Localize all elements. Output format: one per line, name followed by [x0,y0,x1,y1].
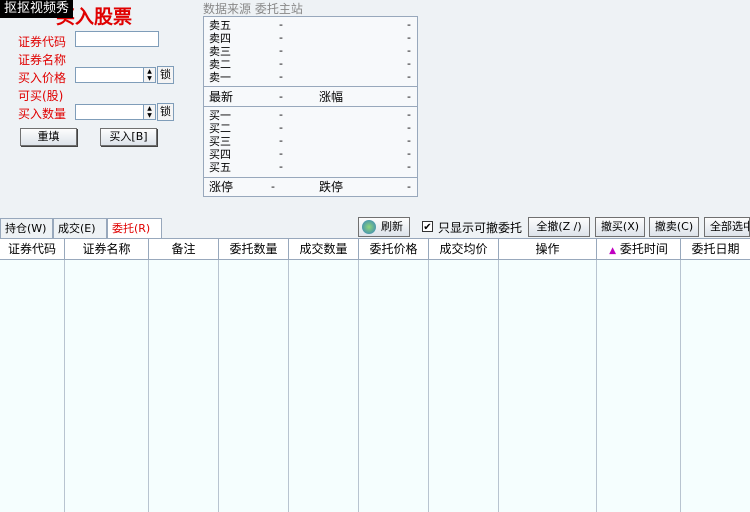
sell-2-price: - [279,57,283,70]
column-header-avg-price[interactable]: 成交均价 [429,239,499,260]
buy-2-volume: - [407,121,411,134]
name-label: 证券名称 [18,53,67,67]
code-label: 证券代码 [18,35,67,49]
refresh-label: 刷新 [381,220,403,233]
up-arrow-icon[interactable]: ▲ [144,68,155,75]
quantity-lock-button[interactable]: 锁 [157,103,174,121]
column-divider [64,260,65,512]
buy-1-label: 买一 [209,109,231,122]
latest-label: 最新 [209,90,234,104]
price-lock-button[interactable]: 锁 [157,66,174,84]
quantity-label: 买入数量 [18,107,67,121]
available-label: 可买(股) [18,89,64,103]
sell-4-price: - [279,31,283,44]
buy-5-label: 买五 [209,161,231,174]
column-divider [148,260,149,512]
column-header-name[interactable]: 证券名称 [65,239,149,260]
sell-3-volume: - [407,44,411,57]
divider [204,86,417,87]
column-divider [596,260,597,512]
cancel-all-button[interactable]: 全撤(Z /) [528,217,590,237]
buy-2-price: - [279,121,283,134]
sort-asc-icon: ▲ [609,246,617,256]
sell-4-label: 卖四 [209,32,231,45]
sell-5-volume: - [407,18,411,31]
column-divider [218,260,219,512]
down-limit-value: - [407,180,411,193]
price-stepper[interactable]: ▲ ▼ [143,67,156,83]
quantity-input[interactable] [75,104,144,120]
buy-4-price: - [279,147,283,160]
column-header-order-date[interactable]: 委托日期 [681,239,750,260]
code-input[interactable] [75,31,159,47]
quantity-stepper[interactable]: ▲ ▼ [143,104,156,120]
sell-5-label: 卖五 [209,19,231,32]
up-arrow-icon[interactable]: ▲ [144,105,155,112]
down-arrow-icon[interactable]: ▼ [144,112,155,119]
sell-1-volume: - [407,70,411,83]
divider [204,106,417,107]
column-divider [288,260,289,512]
only-cancelable-label: 只显示可撤委托 [438,221,523,235]
sell-3-label: 卖三 [209,45,231,58]
down-limit-label: 跌停 [319,180,344,194]
tab-holdings[interactable]: 持仓(W) [0,218,53,238]
column-header-remark[interactable]: 备注 [149,239,219,260]
reset-button[interactable]: 重填 [20,128,77,146]
data-source-label: 数据来源 委托主站 [203,2,303,16]
buy-4-label: 买四 [209,148,231,161]
column-divider [498,260,499,512]
sell-2-label: 卖二 [209,58,231,71]
down-arrow-icon[interactable]: ▼ [144,75,155,82]
sell-4-volume: - [407,31,411,44]
watermark: 抠抠视频秀 [0,0,74,18]
orders-table[interactable]: 证券代码 证券名称 备注 委托数量 成交数量 委托价格 成交均价 操作 ▲ 委托… [0,238,750,512]
sell-2-volume: - [407,57,411,70]
column-header-order-time[interactable]: ▲ 委托时间 [597,239,681,260]
buy-1-volume: - [407,108,411,121]
sell-3-price: - [279,44,283,57]
up-limit-value: - [271,180,275,193]
change-value: - [407,90,411,103]
only-cancelable-checkbox[interactable]: ✔ [422,221,433,233]
divider [204,177,417,178]
price-input[interactable] [75,67,144,83]
column-header-order-price[interactable]: 委托价格 [359,239,429,260]
buy-3-label: 买三 [209,135,231,148]
cancel-sell-button[interactable]: 撤卖(C) [649,217,699,237]
change-label: 涨幅 [319,90,344,104]
refresh-button[interactable]: 刷新 [358,217,410,237]
refresh-icon [362,220,376,234]
sell-1-price: - [279,70,283,83]
column-divider [680,260,681,512]
buy-3-price: - [279,134,283,147]
price-label: 买入价格 [18,71,67,85]
column-header-order-time-label: 委托时间 [619,242,668,256]
buy-button[interactable]: 买入[B] [100,128,157,146]
up-limit-label: 涨停 [209,180,234,194]
quote-panel: 卖五 卖四 卖三 卖二 卖一 - - - - - - - - - - 最新 - … [203,16,418,197]
column-divider [428,260,429,512]
column-divider [358,260,359,512]
column-header-code[interactable]: 证券代码 [0,239,65,260]
buy-1-price: - [279,108,283,121]
select-all-button[interactable]: 全部选中 [704,217,750,237]
column-header-order-qty[interactable]: 委托数量 [219,239,289,260]
buy-5-price: - [279,160,283,173]
latest-value: - [279,90,283,103]
buy-5-volume: - [407,160,411,173]
tab-orders[interactable]: 委托(R) [107,218,162,238]
column-header-filled-qty[interactable]: 成交数量 [289,239,359,260]
cancel-buy-button[interactable]: 撤买(X) [595,217,645,237]
sell-5-price: - [279,18,283,31]
column-header-action[interactable]: 操作 [499,239,597,260]
tab-trades[interactable]: 成交(E) [53,218,107,238]
buy-2-label: 买二 [209,122,231,135]
buy-4-volume: - [407,147,411,160]
buy-3-volume: - [407,134,411,147]
sell-1-label: 卖一 [209,71,231,84]
